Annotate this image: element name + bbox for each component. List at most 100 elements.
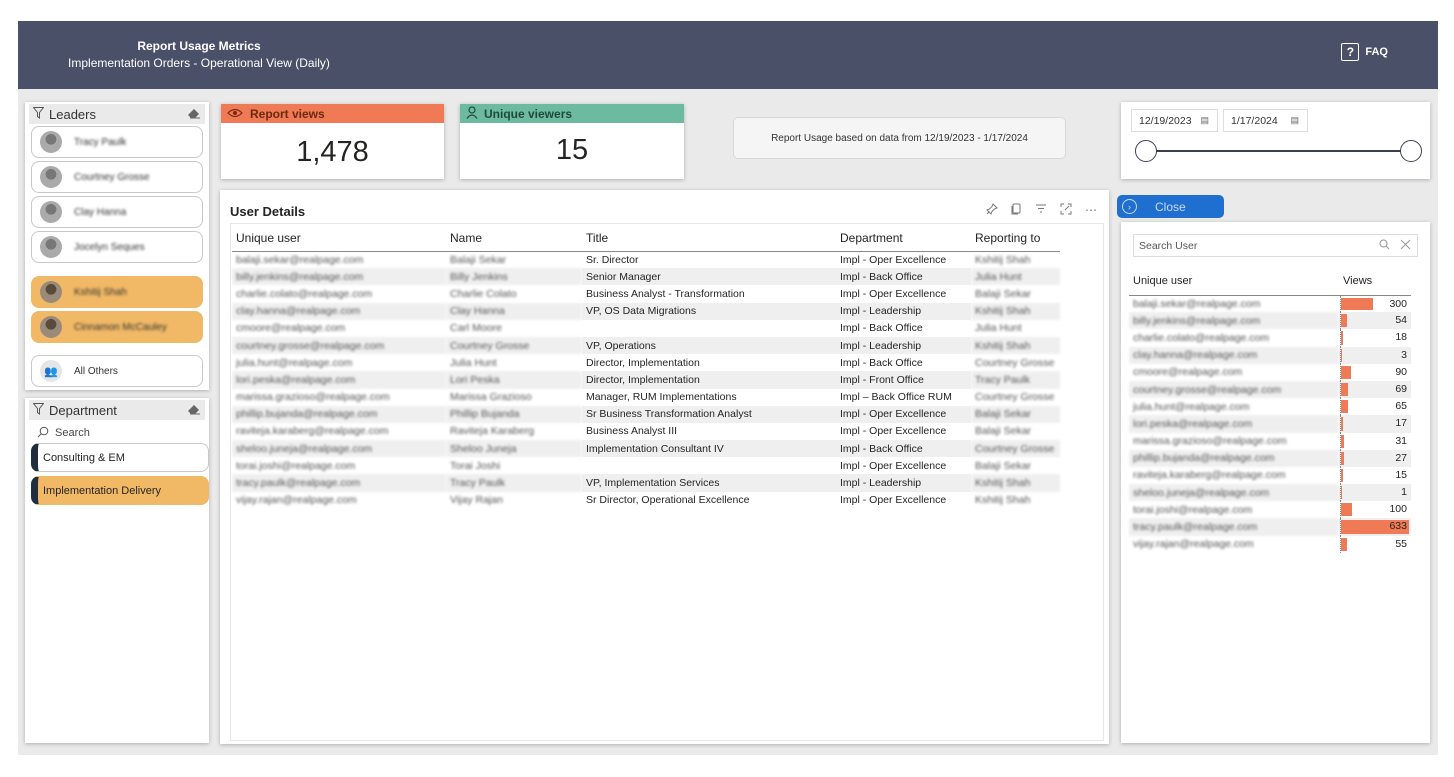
table-row[interactable]: clay.hanna@realpage.com Clay Hanna VP, OS …	[232, 302, 1060, 320]
col-department[interactable]: Department	[836, 225, 971, 252]
magnifier-icon[interactable]	[1379, 239, 1390, 253]
leader-name: Tracy Paulk	[74, 136, 127, 148]
col-name[interactable]: Name	[446, 225, 582, 252]
pin-icon[interactable]	[986, 203, 998, 218]
all-others-label: All Others	[74, 365, 118, 377]
leader-button[interactable]: Clay Hanna	[31, 196, 203, 228]
unique-user-cell: raviteja.karaberg@realpage.com	[1133, 469, 1286, 482]
department-cell: Impl – Back Office RUM	[840, 391, 952, 404]
leader-button[interactable]: Courtney Grosse	[31, 161, 203, 193]
end-date-input[interactable]: 1/17/2024 ▤	[1223, 109, 1308, 132]
copy-icon[interactable]	[1011, 203, 1022, 218]
table-row[interactable]: vijay.rajan@realpage.com Vijay Rajan Sr Di…	[232, 492, 1060, 509]
data-range-info: Report Usage based on data from 12/19/20…	[733, 117, 1066, 159]
table-row[interactable]: billy.jenkins@realpage.com Billy Jenkins S…	[232, 268, 1060, 286]
table-row[interactable]: cmoore@realpage.com 90	[1129, 363, 1411, 381]
leader-button[interactable]: Kshitij Shah	[31, 276, 203, 308]
reporting-to-cell: Balaji Sekar	[975, 459, 1032, 472]
table-row[interactable]: julia.hunt@realpage.com 65	[1129, 398, 1411, 416]
date-slider-end-handle[interactable]	[1400, 140, 1422, 162]
eraser-icon[interactable]	[187, 403, 201, 418]
leader-all-others[interactable]: 👥 All Others	[31, 355, 203, 387]
question-box-icon: ?	[1341, 43, 1360, 61]
table-row[interactable]: lori.peska@realpage.com Lori Peska Directo…	[232, 371, 1060, 389]
table-row[interactable]: raviteja.karaberg@realpage.com 15	[1129, 466, 1411, 485]
unique-user-cell: vijay.rajan@realpage.com	[236, 494, 357, 507]
close-button[interactable]: › Close	[1117, 195, 1224, 218]
faq-button[interactable]: ? FAQ	[1341, 43, 1388, 61]
more-options-icon[interactable]: ⋯	[1085, 203, 1097, 218]
avatar	[40, 236, 62, 258]
table-row[interactable]: marissa.grazioso@realpage.com 31	[1129, 432, 1411, 450]
table-row[interactable]: sheloo.juneja@realpage.com Sheloo Juneja I…	[232, 440, 1060, 458]
table-row[interactable]: tracy.paulk@realpage.com Tracy Paulk VP, I…	[232, 474, 1060, 492]
table-row[interactable]: phillip.bujanda@realpage.com 27	[1129, 449, 1411, 467]
reporting-to-cell: Julia Hunt	[971, 268, 1060, 286]
leader-button[interactable]: Cinnamon McCauley	[31, 311, 203, 343]
name-cell: Raviteja Karaberg	[450, 425, 535, 438]
table-row[interactable]: balaji.sekar@realpage.com Balaji Sekar Sr.…	[232, 251, 1060, 268]
col-unique-user[interactable]: Unique user	[1129, 267, 1339, 296]
table-row[interactable]: charlie.colato@realpage.com 18	[1129, 329, 1411, 347]
table-row[interactable]: lori.peska@realpage.com 17	[1129, 415, 1411, 433]
eraser-icon[interactable]	[187, 107, 201, 122]
department-cell: Impl - Front Office	[836, 371, 971, 389]
table-row[interactable]: raviteja.karaberg@realpage.com Raviteja K…	[232, 423, 1060, 440]
table-row[interactable]: clay.hanna@realpage.com 3	[1129, 346, 1411, 364]
unique-viewers-header: Unique viewers	[460, 104, 684, 123]
person-icon	[466, 105, 478, 122]
table-row[interactable]: torai.joshi@realpage.com 100	[1129, 501, 1411, 519]
title-cell: Manager, RUM Implementations	[586, 391, 737, 404]
search-user-input[interactable]: Search User	[1133, 234, 1418, 257]
table-row[interactable]: julia.hunt@realpage.com Julia Hunt Directo…	[232, 354, 1060, 371]
end-date-value: 1/17/2024	[1231, 114, 1278, 127]
table-row[interactable]: torai.joshi@realpage.com Torai Joshi Impl …	[232, 457, 1060, 474]
group-icon: 👥	[40, 360, 62, 382]
views-cell: 90	[1339, 363, 1411, 381]
date-slider-start-handle[interactable]	[1135, 140, 1157, 162]
leader-button[interactable]: Jocelyn Seques	[31, 231, 203, 263]
views-cell: 31	[1339, 432, 1411, 450]
reporting-to-cell: Tracy Paulk	[971, 371, 1060, 389]
department-search[interactable]: Search	[37, 425, 197, 441]
table-row[interactable]: phillip.bujanda@realpage.com Phillip Buja…	[232, 405, 1060, 423]
col-unique-user[interactable]: Unique user	[232, 225, 446, 252]
title-cell: Sr Director, Operational Excellence	[586, 494, 750, 507]
user-details-visual: User Details ⋯ Unique user Name Title De…	[220, 190, 1109, 744]
title-cell: Director, Implementation	[582, 371, 836, 389]
col-reporting-to[interactable]: Reporting to	[971, 225, 1060, 252]
views-value: 65	[1395, 400, 1407, 413]
unique-user-cell: sheloo.juneja@realpage.com	[1129, 484, 1339, 502]
table-row[interactable]: charlie.colato@realpage.com Charlie Colat…	[232, 285, 1060, 302]
calendar-icon[interactable]: ▤	[1290, 115, 1299, 126]
col-views[interactable]: Views	[1339, 267, 1411, 296]
table-row[interactable]: balaji.sekar@realpage.com 300	[1129, 295, 1411, 313]
calendar-icon[interactable]: ▤	[1200, 115, 1209, 126]
table-row[interactable]: marissa.grazioso@realpage.com Marissa Gra…	[232, 389, 1060, 406]
filter-icon[interactable]	[1035, 203, 1047, 218]
table-row[interactable]: courtney.grosse@realpage.com 69	[1129, 380, 1411, 399]
unique-user-cell: lori.peska@realpage.com	[232, 371, 446, 389]
department-item[interactable]: Implementation Delivery	[31, 476, 209, 505]
title-cell: Implementation Consultant IV	[582, 440, 836, 458]
views-value: 3	[1401, 348, 1407, 361]
table-row[interactable]: courtney.grosse@realpage.com Courtney Gro…	[232, 336, 1060, 355]
views-cell: 27	[1339, 449, 1411, 467]
department-item[interactable]: Consulting & EM	[31, 443, 209, 472]
unique-user-cell: lori.peska@realpage.com	[1129, 415, 1339, 433]
table-row[interactable]: vijay.rajan@realpage.com 55	[1129, 535, 1411, 553]
title-cell: VP, Implementation Services	[582, 474, 836, 492]
report-views-card: Report views 1,478	[221, 104, 444, 179]
table-row[interactable]: billy.jenkins@realpage.com 54	[1129, 312, 1411, 330]
table-row[interactable]: cmoore@realpage.com Carl Moore Impl - Back…	[232, 320, 1060, 337]
start-date-input[interactable]: 12/19/2023 ▤	[1131, 109, 1218, 132]
date-slider-track[interactable]	[1147, 150, 1410, 152]
table-row[interactable]: sheloo.juneja@realpage.com 1	[1129, 484, 1411, 502]
focus-mode-icon[interactable]	[1060, 203, 1072, 218]
reporting-to-cell: Balaji Sekar	[975, 425, 1032, 438]
col-title[interactable]: Title	[582, 225, 836, 252]
leader-button[interactable]: Tracy Paulk	[31, 126, 203, 158]
table-row[interactable]: tracy.paulk@realpage.com 633	[1129, 518, 1411, 536]
clear-icon[interactable]	[1400, 239, 1411, 253]
name-cell: Phillip Bujanda	[446, 405, 582, 423]
